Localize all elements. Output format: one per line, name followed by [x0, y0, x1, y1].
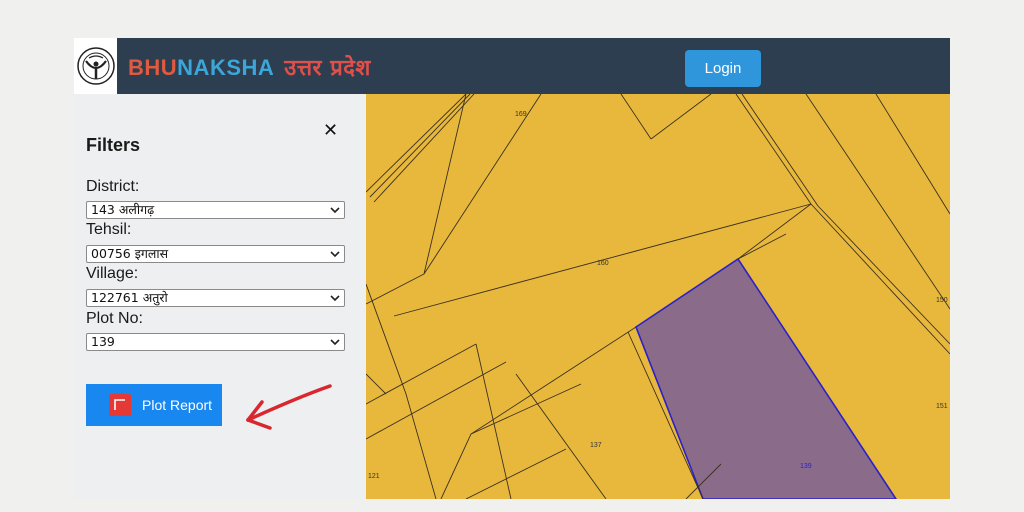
selected-plot-139	[635, 257, 897, 499]
district-label: District:	[86, 178, 140, 195]
site-brand: BHUNAKSHA उत्तर प्रदेश	[128, 52, 371, 82]
map-canvas	[366, 94, 950, 499]
chevron-down-icon	[330, 251, 340, 258]
plot-no-select[interactable]: 139	[86, 333, 345, 351]
chevron-down-icon	[330, 339, 340, 346]
plot-no-label: Plot No:	[86, 310, 143, 327]
header-bar: BHUNAKSHA उत्तर प्रदेश Login	[74, 38, 950, 94]
report-icon	[109, 394, 131, 416]
plot-label-169: 169	[515, 111, 527, 118]
chevron-down-icon	[330, 295, 340, 302]
plot-label-150: 150	[936, 297, 948, 304]
tehsil-select[interactable]: 00756 इगलास	[86, 245, 345, 263]
emblem-icon	[76, 47, 115, 85]
plot-label-121: 121	[368, 473, 380, 480]
district-value: 143 अलीगढ़	[91, 202, 155, 217]
tehsil-label: Tehsil:	[86, 221, 132, 238]
district-select[interactable]: 143 अलीगढ़	[86, 201, 345, 219]
pointer-arrow-icon	[246, 384, 332, 430]
brand-naksha: NAKSHA	[177, 55, 275, 80]
plot-label-137: 137	[590, 442, 602, 449]
plot-label-139: 139	[800, 463, 812, 470]
filters-panel: Filters ✕ District: 143 अलीगढ़ Tehsil: 0…	[74, 94, 366, 499]
brand-bhu: BHU	[128, 55, 178, 80]
tehsil-value: 00756 इगलास	[91, 246, 169, 261]
bhunaksha-app: BHUNAKSHA उत्तर प्रदेश Login Filters ✕ Di…	[74, 38, 950, 499]
plot-label-151: 151	[936, 403, 948, 410]
login-button[interactable]: Login	[685, 50, 761, 87]
plot-report-button[interactable]: Plot Report	[86, 384, 222, 426]
up-emblem-logo	[74, 38, 117, 94]
plot-report-label: Plot Report	[142, 397, 213, 413]
brand-state: उत्तर प्रदेश	[284, 56, 371, 81]
chevron-down-icon	[330, 207, 340, 214]
village-select[interactable]: 122761 अतुरो	[86, 289, 345, 307]
plot-boundaries	[366, 94, 950, 499]
village-value: 122761 अतुरो	[91, 290, 168, 305]
plot-label-160: 160	[597, 260, 609, 267]
plot-no-value: 139	[91, 334, 115, 349]
cadastral-map[interactable]: 169 160 150 151 137 139 121	[366, 94, 950, 499]
filters-title: Filters	[86, 135, 141, 155]
village-label: Village:	[86, 265, 139, 282]
close-icon[interactable]: ✕	[323, 120, 338, 141]
